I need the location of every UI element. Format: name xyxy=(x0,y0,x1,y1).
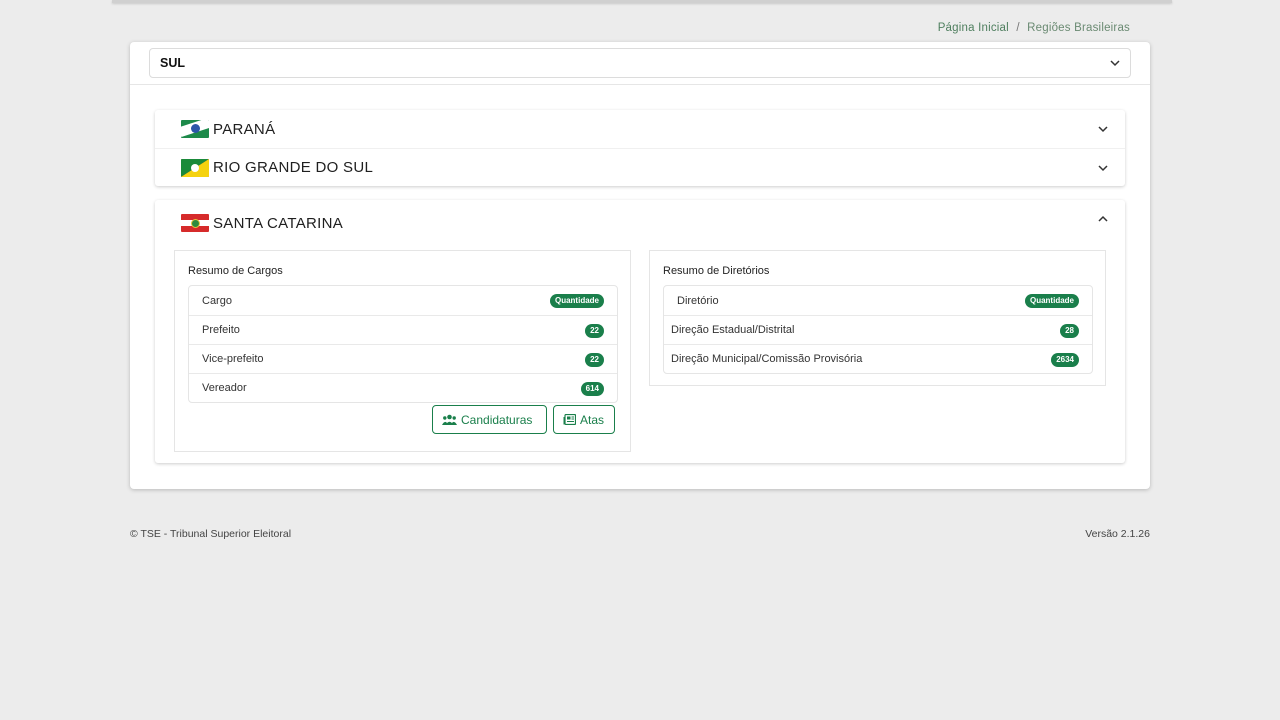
quantity-header-badge: Quantidade xyxy=(1024,294,1079,308)
list-item: Direção Municipal/Comissão Provisória 26… xyxy=(664,344,1092,373)
list-header-label: Diretório xyxy=(677,294,719,307)
region-select[interactable]: SUL xyxy=(149,48,1131,78)
list-item: Vereador 614 xyxy=(189,373,617,402)
list-item: Direção Estadual/Distrital 28 xyxy=(664,315,1092,344)
accordion-item-santa-catarina-expanded: SANTA CATARINA Resumo de Cargos Cargo Qu… xyxy=(155,200,1125,463)
count-badge: 28 xyxy=(1060,324,1079,338)
divider xyxy=(130,84,1150,85)
users-icon xyxy=(442,414,457,425)
panel-title: Resumo de Diretórios xyxy=(663,265,770,277)
atas-label: Atas xyxy=(580,412,605,427)
list-item-label: Direção Estadual/Distrital xyxy=(671,324,795,336)
count-badge: 22 xyxy=(585,353,604,367)
state-name: RIO GRANDE DO SUL xyxy=(213,159,374,176)
breadcrumb-home-link[interactable]: Página Inicial xyxy=(938,22,1009,34)
flag-parana-icon xyxy=(181,120,209,138)
region-select-value: SUL xyxy=(160,56,185,70)
footer-copyright: © TSE - Tribunal Superior Eleitoral xyxy=(130,528,292,540)
breadcrumb: Página Inicial / Regiões Brasileiras xyxy=(938,22,1130,34)
candidaturas-button[interactable]: Candidaturas xyxy=(432,405,547,434)
list-item: Prefeito 22 xyxy=(189,315,617,344)
chevron-down-icon xyxy=(1110,60,1120,67)
accordion-item-santa-catarina[interactable]: SANTA CATARINA xyxy=(155,200,1125,246)
main-card: SUL PARANÁ RIO GRANDE DO SUL SANTA CATAR… xyxy=(130,42,1150,489)
accordion-item-parana[interactable]: PARANÁ xyxy=(155,110,1125,148)
newspaper-icon xyxy=(563,414,576,425)
quantity-header-badge: Quantidade xyxy=(549,294,604,308)
list-item-label: Vereador xyxy=(202,382,247,394)
flag-santa-catarina-icon xyxy=(181,214,209,232)
list-item-label: Direção Municipal/Comissão Provisória xyxy=(671,353,863,365)
breadcrumb-current: Regiões Brasileiras xyxy=(1027,22,1130,34)
count-badge: 22 xyxy=(585,324,604,338)
footer-version: Versão 2.1.26 xyxy=(1085,528,1150,540)
breadcrumb-separator: / xyxy=(1016,22,1020,34)
chevron-down-icon xyxy=(1098,126,1108,133)
candidaturas-label: Candidaturas xyxy=(461,412,533,427)
count-badge: 614 xyxy=(580,382,604,396)
cargos-list: Cargo Quantidade Prefeito 22 Vice-prefei… xyxy=(188,285,618,403)
state-name: PARANÁ xyxy=(213,120,276,138)
list-header: Cargo Quantidade xyxy=(189,286,617,315)
list-item-label: Prefeito xyxy=(202,324,240,336)
top-bar xyxy=(112,0,1172,3)
flag-rio-grande-do-sul-icon xyxy=(181,158,209,177)
diretorios-summary-panel: Resumo de Diretórios Diretório Quantidad… xyxy=(649,250,1106,386)
accordion-group: PARANÁ RIO GRANDE DO SUL xyxy=(155,110,1125,186)
atas-button[interactable]: Atas xyxy=(553,405,615,434)
accordion-item-rio-grande-do-sul[interactable]: RIO GRANDE DO SUL xyxy=(155,148,1125,186)
chevron-up-icon xyxy=(1098,215,1108,222)
diretorios-list: Diretório Quantidade Direção Estadual/Di… xyxy=(663,285,1093,374)
list-header: Diretório Quantidade xyxy=(664,286,1092,315)
cargos-summary-panel: Resumo de Cargos Cargo Quantidade Prefei… xyxy=(174,250,631,452)
list-header-label: Cargo xyxy=(202,294,232,307)
list-item-label: Vice-prefeito xyxy=(202,353,264,365)
count-badge: 2634 xyxy=(1051,353,1079,367)
panel-title: Resumo de Cargos xyxy=(188,265,283,277)
state-name: SANTA CATARINA xyxy=(213,214,344,232)
list-item: Vice-prefeito 22 xyxy=(189,344,617,373)
chevron-down-icon xyxy=(1098,165,1108,172)
